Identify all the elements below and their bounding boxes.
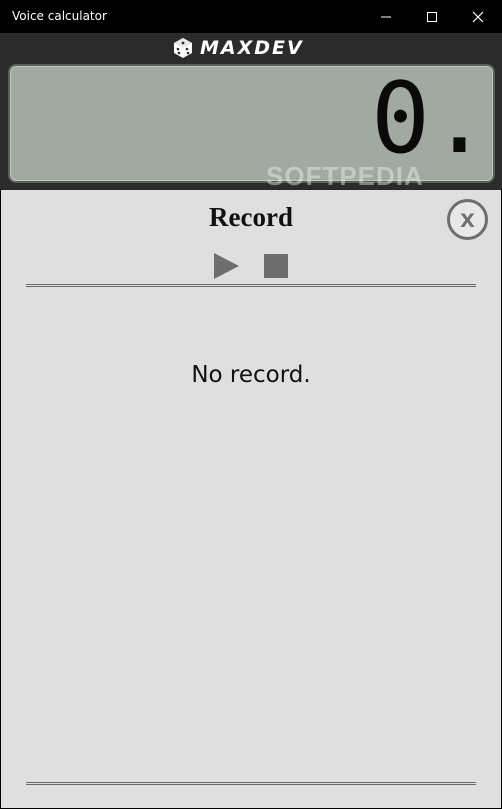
brand-name: MAXDEV	[200, 37, 304, 59]
top-divider	[26, 284, 476, 287]
panel-title: Record	[209, 202, 293, 232]
minimize-icon	[381, 16, 391, 17]
play-icon[interactable]	[212, 252, 240, 280]
watermark: SOFTPEDIA	[266, 161, 424, 191]
empty-message: No record.	[191, 362, 311, 388]
title-bar: Voice calculator	[0, 0, 502, 33]
close-icon	[472, 11, 484, 22]
brand-logo: MAXDEV	[172, 35, 304, 61]
display-value: 0.	[370, 64, 489, 176]
record-panel: Record x No record.	[1, 190, 501, 808]
close-panel-label: x	[460, 203, 475, 233]
close-panel-button[interactable]: x	[447, 199, 488, 240]
bottom-divider	[26, 782, 476, 785]
maximize-icon	[427, 11, 437, 22]
dice-icon	[174, 38, 192, 58]
calculator-header: MAXDEV 0. SOFTPEDIA	[0, 33, 502, 191]
stop-icon[interactable]	[264, 254, 288, 278]
close-window-button[interactable]	[455, 0, 501, 33]
maximize-button[interactable]	[409, 0, 455, 33]
window-title: Voice calculator	[12, 9, 107, 23]
minimize-button[interactable]	[363, 0, 409, 33]
